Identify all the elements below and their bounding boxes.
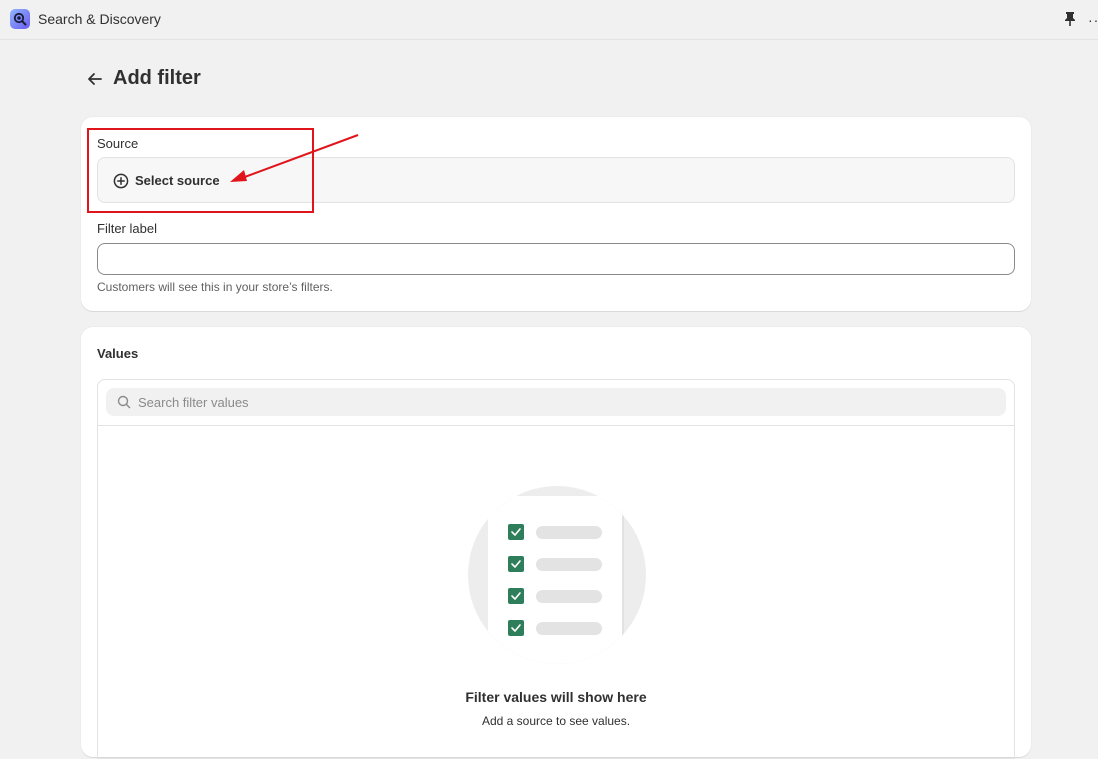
empty-state-title: Filter values will show here [465,689,647,705]
plus-circle-icon [113,173,129,194]
select-source-button[interactable]: Select source [97,157,1015,203]
more-horizontal-icon[interactable]: ·· [1088,13,1098,27]
source-label: Source [97,136,139,151]
app-title: Search & Discovery [38,11,161,27]
app-top-bar: Search & Discovery ·· [0,0,1098,40]
empty-state-illustration [466,484,648,666]
values-card: Values Search filter values Filter value… [81,327,1031,759]
filter-label-label: Filter label [97,221,157,236]
arrow-left-icon[interactable] [86,70,104,93]
values-title: Values [97,346,139,361]
search-discovery-app-icon [10,9,30,29]
pin-icon[interactable] [1063,11,1077,32]
search-icon [117,395,131,414]
filter-label-input[interactable] [97,243,1015,275]
search-filter-values-input[interactable] [106,388,1006,416]
values-search-bar [98,380,1014,426]
filter-label-help-text: Customers will see this in your store’s … [97,280,333,294]
select-source-label: Select source [135,173,220,188]
page-title: Add filter [113,67,201,89]
source-card: Source Select source Filter label Custom… [81,117,1031,311]
values-panel: Filter values will show here Add a sourc… [97,379,1015,759]
empty-state-subtitle: Add a source to see values. [481,714,631,728]
